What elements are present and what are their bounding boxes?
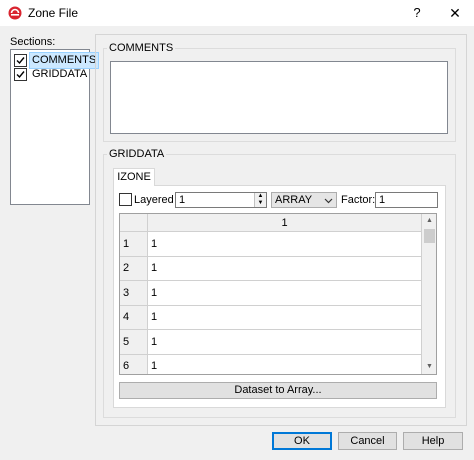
layered-checkbox[interactable]	[119, 193, 132, 206]
caret-down-icon[interactable]: ▼	[255, 200, 266, 207]
cancel-button[interactable]: Cancel	[338, 432, 397, 450]
layer-value: 1	[179, 194, 186, 206]
layer-spinbox[interactable]: 1 ▲ ▼	[175, 192, 267, 208]
column-header: 1	[148, 214, 422, 232]
grid-cell[interactable]: 1	[148, 330, 422, 355]
row-header: 5	[120, 330, 148, 355]
comments-textarea[interactable]	[110, 61, 448, 134]
grid-cell[interactable]: 1	[148, 281, 422, 306]
section-item-griddata[interactable]: GRIDDATA	[14, 67, 89, 82]
section-item-label: COMMENTS	[28, 52, 100, 69]
scroll-thumb[interactable]	[424, 229, 435, 243]
help-button[interactable]: Help	[403, 432, 463, 450]
app-logo-icon	[8, 6, 22, 20]
caret-up-icon[interactable]: ▲	[255, 193, 266, 200]
section-item-comments[interactable]: COMMENTS	[14, 52, 100, 69]
table-row: 6 1	[120, 354, 422, 374]
grid-corner	[120, 214, 148, 232]
row-header: 4	[120, 305, 148, 330]
grid-cell[interactable]: 1	[148, 354, 422, 374]
array-mode-value: ARRAY	[275, 194, 313, 206]
sections-label: Sections:	[10, 36, 56, 48]
vertical-scrollbar[interactable]: ▲ ▼	[422, 214, 436, 374]
chevron-down-icon	[324, 198, 333, 204]
tab-izone[interactable]: IZONE	[113, 168, 155, 186]
scroll-down-icon[interactable]: ▼	[422, 360, 436, 374]
dataset-to-array-button[interactable]: Dataset to Array...	[119, 382, 437, 399]
title-bar: Zone File ? ✕	[0, 0, 474, 26]
griddata-group-title: GRIDDATA	[107, 148, 167, 160]
row-header: 2	[120, 256, 148, 281]
layered-label: Layered	[134, 194, 174, 206]
row-header: 1	[120, 232, 148, 257]
close-button[interactable]: ✕	[440, 2, 470, 24]
title-help-button[interactable]: ?	[404, 2, 430, 24]
griddata-checkbox[interactable]	[14, 68, 27, 81]
window-title: Zone File	[28, 6, 79, 20]
sections-list[interactable]: COMMENTS GRIDDATA	[10, 49, 100, 205]
table-row: 1 1	[120, 232, 422, 257]
grid-cell[interactable]: 1	[148, 305, 422, 330]
table-row: 4 1	[120, 305, 422, 330]
row-header: 6	[120, 354, 148, 374]
grid-cell[interactable]: 1	[148, 256, 422, 281]
array-mode-dropdown[interactable]: ARRAY	[271, 192, 337, 208]
scroll-up-icon[interactable]: ▲	[422, 214, 436, 228]
spin-buttons: ▲ ▼	[254, 193, 266, 207]
table-row: 2 1	[120, 256, 422, 281]
table-row: 3 1	[120, 281, 422, 306]
table-row: 5 1	[120, 330, 422, 355]
grid-cell[interactable]: 1	[148, 232, 422, 257]
factor-input[interactable]: 1	[375, 192, 438, 208]
array-grid[interactable]: 1 1 1 2 1 3 1 4 1 5 1 6 1 ▲ ▼	[119, 213, 437, 375]
checkmark-icon	[16, 57, 25, 65]
row-header: 3	[120, 281, 148, 306]
section-item-label: GRIDDATA	[32, 68, 88, 80]
comments-group-title: COMMENTS	[107, 42, 176, 54]
ok-button[interactable]: OK	[272, 432, 332, 450]
factor-label: Factor:	[341, 194, 376, 206]
comments-checkbox[interactable]	[14, 54, 27, 67]
checkmark-icon	[16, 71, 25, 79]
